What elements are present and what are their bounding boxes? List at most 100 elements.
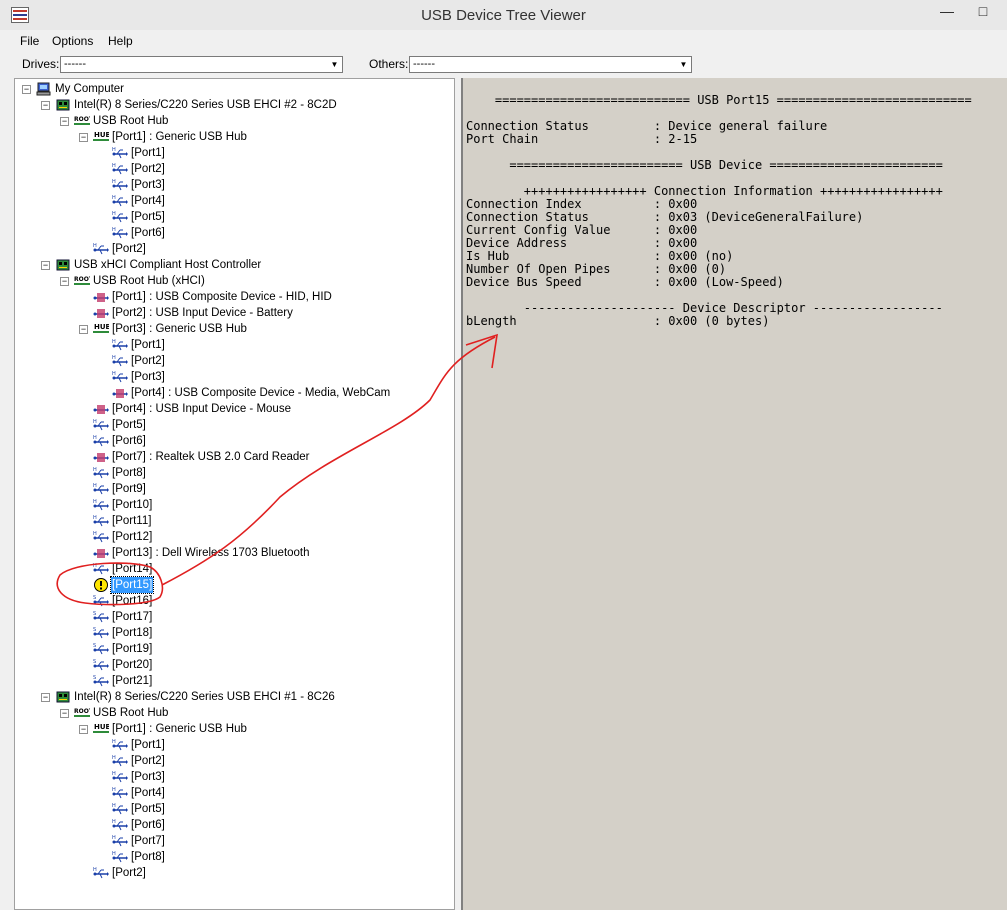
collapse-toggle[interactable]: − (41, 261, 50, 270)
superspeed-port-icon: S (93, 611, 109, 623)
svg-text:H: H (112, 803, 116, 809)
svg-text:S: S (93, 643, 96, 649)
svg-text:H: H (112, 771, 116, 777)
tree-node-label: [Port5] (112, 419, 146, 431)
device-tree[interactable]: − My Computer − Intel(R) 8 Series/C220 Seri… (14, 78, 455, 910)
tree-node-label: [Port6] (131, 227, 165, 239)
minimize-button[interactable]: — (930, 0, 964, 22)
tree-node-label: [Port6] (131, 819, 165, 831)
tree-node-label: USB Root Hub (xHCI) (93, 275, 205, 287)
svg-text:S: S (93, 595, 96, 601)
svg-text:H: H (112, 211, 116, 217)
usb-device-icon (112, 389, 128, 398)
collapse-toggle[interactable]: − (79, 725, 88, 734)
superspeed-port-icon: S (93, 675, 109, 687)
tree-node-label: [Port9] (112, 483, 146, 495)
usb-port-icon: H (112, 339, 128, 351)
usb-device-icon (93, 293, 109, 302)
svg-text:H: H (93, 435, 97, 441)
usb-port-icon: H (112, 787, 128, 799)
detail-line: =========================== USB Port15 =… (466, 93, 972, 107)
usb-port-icon: H (93, 467, 109, 479)
svg-text:H: H (112, 371, 116, 377)
usb-port-icon: H (112, 179, 128, 191)
collapse-toggle[interactable]: − (41, 693, 50, 702)
usb-port-icon: H (93, 867, 109, 879)
usb-device-icon (93, 549, 109, 558)
menu-file[interactable]: File (20, 34, 39, 48)
svg-text:H: H (93, 483, 97, 489)
others-select[interactable]: ------ ▼ (409, 56, 692, 73)
maximize-button[interactable]: □ (966, 0, 1000, 22)
svg-text:H: H (112, 339, 116, 345)
tree-node-label: [Port4] (131, 787, 165, 799)
svg-text:H: H (112, 179, 116, 185)
drives-label: Drives: (22, 57, 60, 71)
svg-text:H: H (112, 355, 116, 361)
tree-node-label: [Port8] (112, 467, 146, 479)
superspeed-port-icon: S (93, 627, 109, 639)
usb-port-icon: H (112, 211, 128, 223)
usb-device-icon (93, 309, 109, 318)
tree-node-label: [Port7] (131, 835, 165, 847)
svg-text:H: H (112, 163, 116, 169)
usb-port-icon: H (93, 515, 109, 527)
svg-text:H: H (112, 819, 116, 825)
menu-options[interactable]: Options (52, 34, 93, 48)
tree-node-label: [Port1] (131, 339, 165, 351)
usb-port-icon: H (93, 531, 109, 543)
usb-port-icon: H (112, 195, 128, 207)
usb-device-icon (93, 453, 109, 462)
svg-text:H: H (112, 227, 116, 233)
superspeed-port-icon: S (93, 643, 109, 655)
usb-port-icon: H (112, 755, 128, 767)
tree-node-label: [Port4] (131, 195, 165, 207)
tree-node-label: USB Root Hub (93, 707, 169, 719)
menu-help[interactable]: Help (108, 34, 133, 48)
svg-text:ROOT: ROOT (74, 276, 90, 283)
collapse-toggle[interactable]: − (79, 325, 88, 334)
tree-node-label: USB xHCI Compliant Host Controller (74, 259, 262, 271)
usb-port-icon: H (112, 227, 128, 239)
svg-text:HUB: HUB (94, 323, 109, 331)
tree-node-label: [Port2] (131, 355, 165, 367)
collapse-toggle[interactable]: − (60, 117, 69, 126)
tree-node-label: [Port10] (112, 499, 153, 511)
tree-node-label: [Port20] (112, 659, 153, 671)
svg-text:HUB: HUB (94, 723, 109, 731)
chevron-down-icon[interactable]: ▼ (678, 57, 689, 72)
collapse-toggle[interactable]: − (79, 133, 88, 142)
tree-node-label: [Port1] (131, 739, 165, 751)
tree-node-label: [Port12] (112, 531, 153, 543)
svg-text:H: H (93, 243, 97, 249)
usb-port-icon: H (93, 563, 109, 575)
collapse-toggle[interactable]: − (22, 85, 31, 94)
svg-text:H: H (112, 755, 116, 761)
svg-text:H: H (112, 147, 116, 153)
host-controller-icon (56, 99, 70, 111)
chevron-down-icon[interactable]: ▼ (329, 57, 340, 72)
tree-node-label: [Port19] (112, 643, 153, 655)
menu-bar: File Options Help (14, 30, 1007, 52)
collapse-toggle[interactable]: − (41, 101, 50, 110)
window-title: USB Device Tree Viewer (421, 7, 586, 24)
details-panel: =========================== USB Port15 =… (461, 78, 1007, 910)
tree-node-label: [Port5] (131, 803, 165, 815)
usb-port-icon: H (112, 851, 128, 863)
tree-node-label: USB Root Hub (93, 115, 169, 127)
svg-text:HUB: HUB (94, 131, 109, 139)
usb-port-icon: H (112, 355, 128, 367)
svg-text:H: H (112, 787, 116, 793)
collapse-toggle[interactable]: − (60, 709, 69, 718)
tree-node-label: [Port3] (131, 179, 165, 191)
drives-select[interactable]: ------ ▼ (60, 56, 343, 73)
svg-text:H: H (112, 835, 116, 841)
root-hub-icon: ROOT (74, 708, 90, 717)
tree-node-label: [Port3] : Generic USB Hub (112, 323, 247, 335)
tree-node-label: My Computer (55, 83, 125, 95)
tree-node-label: [Port18] (112, 627, 153, 639)
usb-port-icon: H (93, 499, 109, 511)
collapse-toggle[interactable]: − (60, 277, 69, 286)
others-label: Others: (369, 57, 409, 71)
usb-device-icon (93, 405, 109, 414)
